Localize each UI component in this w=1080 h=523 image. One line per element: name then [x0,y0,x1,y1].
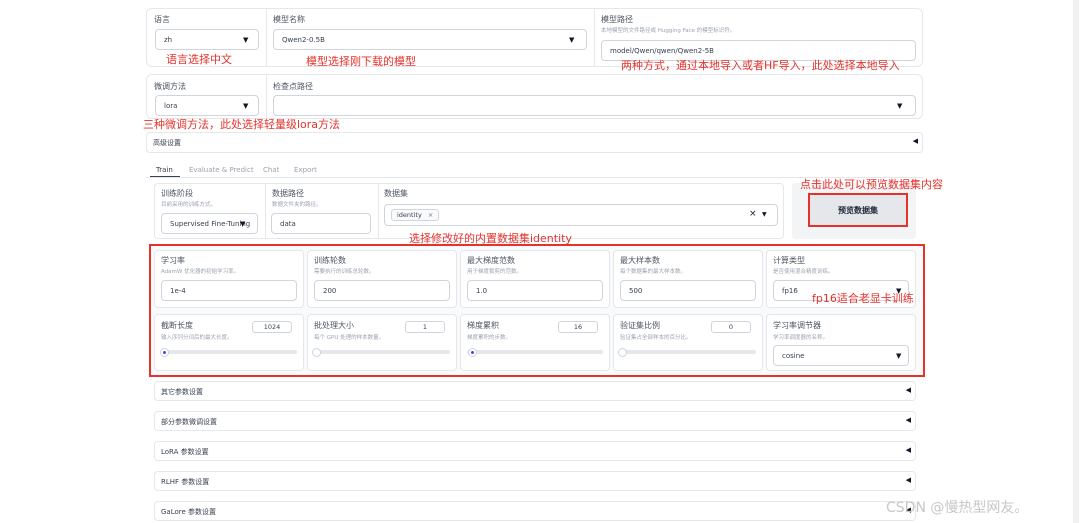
chip-remove-icon[interactable]: × [428,211,433,219]
accordion-freeze-settings[interactable]: 部分参数微调设置 ◀ [154,411,916,431]
expand-triangle-icon: ◀ [905,476,911,484]
divider [594,9,595,66]
model-path-label: 模型路径 [601,15,633,24]
stage-caret-icon: ▼ [240,220,246,228]
divider [265,184,266,238]
scrollbar[interactable] [1073,0,1079,523]
expand-triangle-icon: ◀ [905,386,911,394]
tab-export[interactable]: Export [294,166,317,174]
accordion-other-settings[interactable]: 其它参数设置 ◀ [154,381,916,401]
data-dir-label: 数据路径 [272,189,304,198]
accordion-title: 部分参数微调设置 [161,418,217,426]
dataset-label: 数据集 [384,189,408,198]
accordion-title: LoRA 参数设置 [161,448,209,456]
model-name-caret-icon: ▼ [569,36,575,44]
advanced-settings-accordion[interactable]: 高级设置 ◀ [146,132,923,153]
annotation-language: 语言选择中文 [166,53,232,66]
model-name-select[interactable]: Qwen2-0.5B [273,29,587,50]
dataset-caret-icon: ▼ [762,211,767,218]
tab-evaluate[interactable]: Evaluate & Predict [189,166,254,174]
divider [266,75,267,118]
divider [378,184,379,238]
divider [266,9,267,66]
checkpoint-select[interactable] [273,95,916,116]
preview-dataset-button[interactable]: 预览数据集 [808,193,908,227]
model-path-description: 本地模型的文件路径或 Hugging Face 的模型标识符。 [601,28,736,34]
tab-train[interactable]: Train [156,166,173,174]
finetune-method-label: 微调方法 [154,82,186,91]
language-caret-icon: ▼ [243,36,249,44]
expand-triangle-icon: ◀ [912,137,918,145]
expand-triangle-icon: ◀ [905,416,911,424]
dataset-chip-label: identity [397,211,422,219]
data-dir-description: 数据文件夹的路径。 [272,202,322,208]
dataset-multiselect[interactable]: identity × [384,204,778,226]
advanced-settings-title: 高级设置 [153,139,181,147]
accordion-title: RLHF 参数设置 [161,478,210,486]
accordion-rlhf-settings[interactable]: RLHF 参数设置 ◀ [154,471,916,491]
clear-icon[interactable]: × [749,209,757,219]
stage-description: 目前采用的训练方式。 [161,202,217,208]
model-name-label: 模型名称 [273,15,305,24]
annotation-fp16: fp16适合老显卡训练 [812,292,914,305]
accordion-galore-settings[interactable]: GaLore 参数设置 ◀ [154,501,916,521]
finetune-caret-icon: ▼ [243,102,249,110]
accordion-title: GaLore 参数设置 [161,508,217,516]
dataset-chip[interactable]: identity × [391,209,440,221]
tab-chat[interactable]: Chat [263,166,279,174]
data-dir-input[interactable]: data [271,213,371,234]
expand-triangle-icon: ◀ [905,446,911,454]
accordion-title: 其它参数设置 [161,388,203,396]
stage-label: 训练阶段 [161,189,193,198]
checkpoint-caret-icon: ▼ [897,102,903,110]
highlight-box [149,244,925,377]
checkpoint-label: 检查点路径 [273,82,313,91]
preview-button-label: 预览数据集 [838,205,878,215]
language-label: 语言 [154,15,170,24]
accordion-lora-settings[interactable]: LoRA 参数设置 ◀ [154,441,916,461]
annotation-preview: 点击此处可以预览数据集内容 [800,178,943,191]
annotation-method: 三种微调方法，此处选择轻量级lora方法 [143,118,341,131]
watermark: CSDN @慢热型网友。 [886,500,1029,516]
annotation-model: 模型选择刚下载的模型 [306,55,416,68]
annotation-path: 两种方式，通过本地导入或者HF导入，此处选择本地导入 [621,59,900,72]
